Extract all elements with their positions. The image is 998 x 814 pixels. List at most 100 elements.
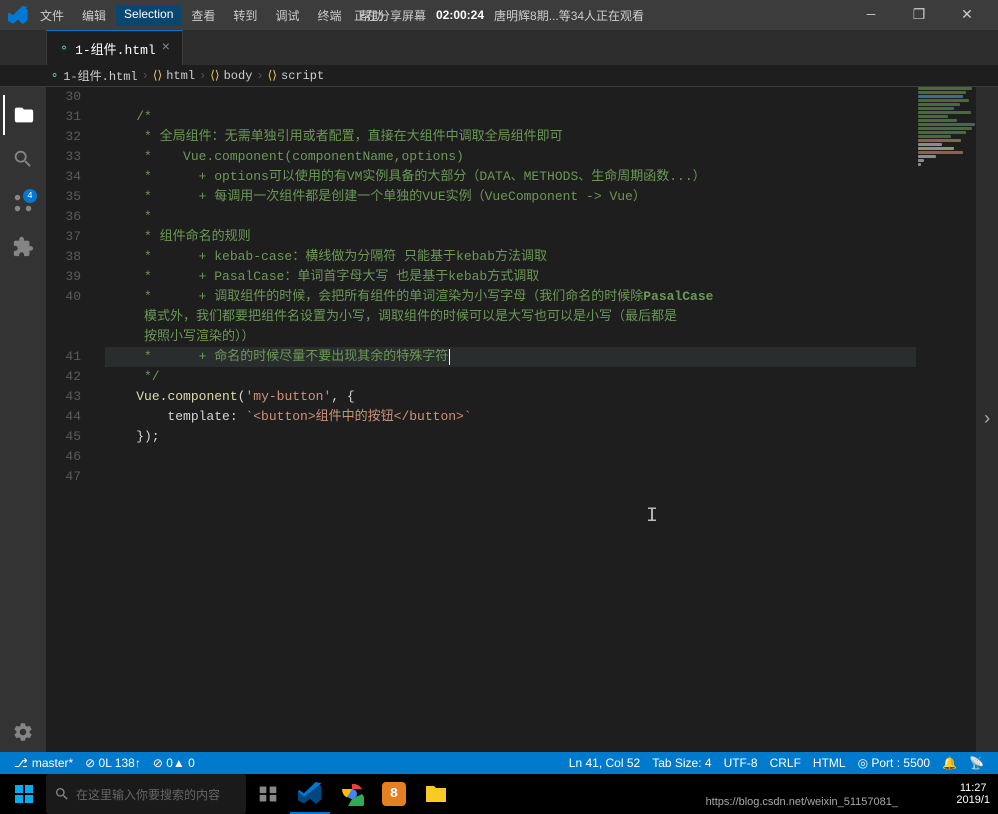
close-button[interactable]: ✕ <box>944 0 990 30</box>
bc-script[interactable]: ⟨⟩ script <box>268 68 325 83</box>
line-num-38: 38 <box>50 247 89 267</box>
code-line-32: * 全局组件：无需单独引用或者配置，直接在大组件中调取全局组件即可 <box>105 127 916 147</box>
status-language[interactable]: HTML <box>807 752 852 774</box>
menu-terminal[interactable]: 终端 <box>309 5 349 26</box>
window-controls: — ❐ ✕ <box>848 0 990 30</box>
cursor-indicator: I <box>646 507 658 527</box>
taskbar-explorer[interactable] <box>416 774 456 814</box>
bc-sep-2: › <box>199 69 206 83</box>
code-line-31: /* <box>105 107 916 127</box>
line-num-30: 30 <box>50 87 89 107</box>
line-num-43: 43 <box>50 387 89 407</box>
line-num-42: 42 <box>50 367 89 387</box>
code-line-38: * + kebab-case：横线做为分隔符 只能基于kebab方法调取 <box>105 247 916 267</box>
bc-sep-1: › <box>142 69 149 83</box>
line-num-40b: 40 <box>50 307 89 327</box>
menu-file[interactable]: 文件 <box>32 5 72 26</box>
share-time: 02:00:24 <box>436 8 484 22</box>
bc-file[interactable]: 1-组件.html <box>63 67 137 84</box>
breadcrumb: ⚬ 1-组件.html › ⟨⟩ html › ⟨⟩ body › ⟨⟩ scr… <box>0 65 998 87</box>
line-numbers: 30 31 32 33 34 35 36 37 38 39 40 40 40 4… <box>46 87 101 752</box>
taskbar-url: https://blog.csdn.net/weixin_51157081_ <box>706 796 898 808</box>
tab-label: 1-组件.html <box>75 39 156 58</box>
title-center: 正在分享屏幕 02:00:24 唐明辉8期...等34人正在观看 <box>354 7 644 24</box>
share-text: 正在分享屏幕 <box>354 7 426 24</box>
bc-body[interactable]: ⟨⟩ body <box>210 68 252 83</box>
editor[interactable]: 30 31 32 33 34 35 36 37 38 39 40 40 40 4… <box>46 87 998 752</box>
code-line-40c: 按照小写渲染的）） <box>105 327 916 347</box>
line-num-32: 32 <box>50 127 89 147</box>
status-tabsize[interactable]: Tab Size: 4 <box>646 752 717 774</box>
line-num-39: 39 <box>50 267 89 287</box>
status-broadcast[interactable]: 📡 <box>963 752 990 774</box>
code-line-35: * + 每调用一次组件都是创建一个单独的VUE实例（VueComponent -… <box>105 187 916 207</box>
line-num-46: 46 <box>50 447 89 467</box>
code-area[interactable]: /* * 全局组件：无需单独引用或者配置，直接在大组件中调取全局组件即可 * V… <box>101 87 916 752</box>
task-view-button[interactable] <box>248 774 288 814</box>
menu-edit[interactable]: 编辑 <box>74 5 114 26</box>
code-line-40b: 模式外，我们都要把组件名设置为小写，调取组件的时候可以是大写也可以是小写（最后都… <box>105 307 916 327</box>
bc-html[interactable]: ⟨⟩ html <box>153 68 195 83</box>
line-num-40c: 40 <box>50 327 89 347</box>
code-line-33: * Vue.component(componentName,options) <box>105 147 916 167</box>
start-button[interactable] <box>4 774 44 814</box>
line-num-37: 37 <box>50 227 89 247</box>
menu-goto[interactable]: 转到 <box>225 5 265 26</box>
menu-selection[interactable]: Selection <box>116 5 181 26</box>
main-content: 4 30 31 32 33 34 35 36 37 38 39 40 4 <box>0 87 998 752</box>
status-errors[interactable]: ⊘ 0L 138↑ <box>79 752 147 774</box>
title-bar: 文件 编辑 Selection 查看 转到 调试 终端 帮助 正在分享屏幕 02… <box>0 0 998 30</box>
warnings-text: ⊘ 0▲ 0 <box>153 756 195 770</box>
activity-search[interactable] <box>3 139 43 179</box>
activity-explorer[interactable] <box>3 95 43 135</box>
code-line-42: */ <box>105 367 916 387</box>
status-bell[interactable]: 🔔 <box>936 752 963 774</box>
status-position[interactable]: Ln 41, Col 52 <box>563 752 646 774</box>
line-num-47: 47 <box>50 467 89 487</box>
code-line-34: * + options可以使用的有VM实例具备的大部分（DATA、METHODS… <box>105 167 916 187</box>
right-panel-toggle[interactable]: › <box>976 87 998 752</box>
tab-close-icon[interactable]: × <box>162 40 170 56</box>
code-line-45: }); <box>105 427 916 447</box>
menu-view[interactable]: 查看 <box>183 5 223 26</box>
line-num-41: 41 <box>50 347 89 367</box>
share-user: 唐明辉8期...等34人正在观看 <box>494 7 644 24</box>
app-icon <box>8 5 28 25</box>
taskbar-chrome[interactable] <box>332 774 372 814</box>
code-line-37: * 组件命名的规则 <box>105 227 916 247</box>
line-num-44: 44 <box>50 407 89 427</box>
menu-debug[interactable]: 调试 <box>267 5 307 26</box>
activity-git[interactable]: 4 <box>3 183 43 223</box>
taskbar-vscode[interactable] <box>290 774 330 814</box>
status-encoding[interactable]: UTF-8 <box>718 752 764 774</box>
minimize-button[interactable]: — <box>848 0 894 30</box>
taskbar: 在这里输入你要搜索的内容 8 https://blog.csdn.net/wei… <box>0 774 998 814</box>
git-icon: ⎇ <box>14 756 28 770</box>
status-warnings[interactable]: ⊘ 0▲ 0 <box>147 752 201 774</box>
search-placeholder[interactable]: 在这里输入你要搜索的内容 <box>76 786 220 803</box>
editor-tab[interactable]: ⚬ 1-组件.html × <box>46 30 183 65</box>
activity-settings[interactable] <box>3 712 43 752</box>
status-bar: ⎇ master* ⊘ 0L 138↑ ⊘ 0▲ 0 Ln 41, Col 52… <box>0 752 998 774</box>
code-line-44: template: `<button>组件中的按钮</button>` <box>105 407 916 427</box>
line-num-31: 31 <box>50 107 89 127</box>
status-branch[interactable]: ⎇ master* <box>8 752 79 774</box>
taskbar-app8[interactable]: 8 <box>374 774 414 814</box>
search-button[interactable]: 在这里输入你要搜索的内容 <box>46 774 246 814</box>
line-num-40a: 40 <box>50 287 89 307</box>
bc-sep-3: › <box>256 69 263 83</box>
taskbar-time[interactable]: 11:27 2019/1 <box>956 774 990 814</box>
errors-text: ⊘ 0L 138↑ <box>85 756 141 770</box>
status-lineending[interactable]: CRLF <box>764 752 807 774</box>
restore-button[interactable]: ❐ <box>896 0 942 30</box>
activity-extensions[interactable] <box>3 227 43 267</box>
code-line-43: Vue.component('my-button', { <box>105 387 916 407</box>
tab-bar: ⚬ 1-组件.html × <box>0 30 998 65</box>
code-line-36: * <box>105 207 916 227</box>
line-num-34: 34 <box>50 167 89 187</box>
git-badge: 4 <box>23 189 37 203</box>
minimap-content <box>916 87 976 752</box>
code-content: 30 31 32 33 34 35 36 37 38 39 40 40 40 4… <box>46 87 998 752</box>
code-line-47 <box>105 467 916 487</box>
status-port[interactable]: ◎ Port : 5500 <box>852 752 937 774</box>
